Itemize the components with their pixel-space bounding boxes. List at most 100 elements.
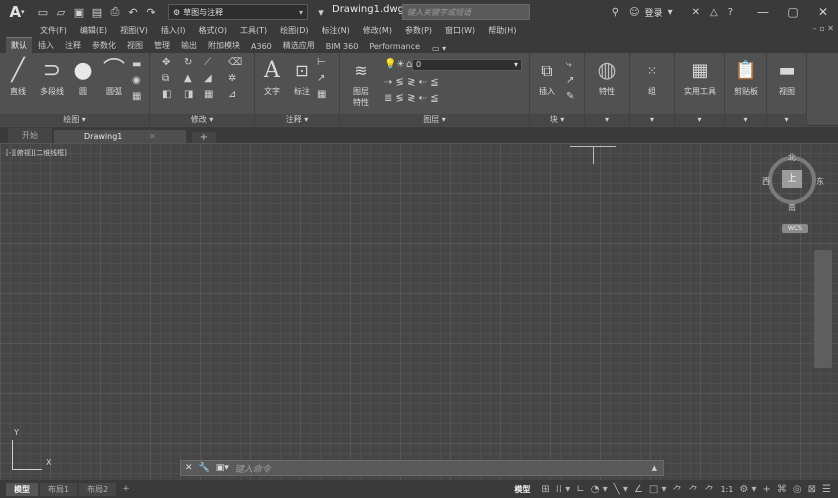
layer-tool-icon-2[interactable]: ≣ ≶ ≷ ⇠ ≦ <box>384 93 439 104</box>
redo-icon[interactable]: ↷ <box>144 5 158 19</box>
menu-file[interactable]: 文件(F) <box>40 25 67 36</box>
table-icon[interactable]: ▦ <box>317 89 326 100</box>
layers-panel-label[interactable]: 图层 ▾ <box>340 114 529 126</box>
viewcube-top-face[interactable]: 上 <box>782 170 802 188</box>
tab-default[interactable]: 默认 <box>6 37 32 53</box>
mirror-icon[interactable]: ▲ <box>184 73 192 84</box>
menu-parametric[interactable]: 参数(P) <box>405 25 432 36</box>
document-window-controls[interactable]: – ▫ ✕ <box>813 24 834 33</box>
fillet-icon[interactable]: ◢ <box>204 73 212 84</box>
print-icon[interactable]: ⎙ <box>108 5 122 19</box>
maximize-button[interactable]: ▢ <box>778 5 808 19</box>
copy-icon[interactable]: ⧉ <box>162 73 169 84</box>
tab-manage[interactable]: 管理 <box>149 38 175 53</box>
hatch-icon[interactable]: ▦ <box>132 91 141 102</box>
object-snap-icon[interactable]: □ ▾ <box>649 484 667 495</box>
isodraft-icon[interactable]: ╲ ▾ <box>614 484 628 495</box>
tab-output[interactable]: 输出 <box>176 38 202 53</box>
line-button[interactable]: ╱ 直线 <box>4 56 32 97</box>
lightbulb-icon[interactable]: 💡 <box>384 59 396 70</box>
workspace-gear-icon[interactable]: ⚙ ▾ <box>739 484 756 495</box>
application-menu-button[interactable]: A ▾ <box>0 0 34 24</box>
plus-icon[interactable]: + <box>763 484 771 495</box>
menu-draw[interactable]: 绘图(D) <box>280 25 308 36</box>
tab-bim360[interactable]: BIM 360 <box>321 40 364 53</box>
tab-featured-apps[interactable]: 精选应用 <box>278 38 320 53</box>
ortho-icon[interactable]: ∟ <box>576 484 584 495</box>
menu-tools[interactable]: 工具(T) <box>240 25 267 36</box>
block-attribute-icon[interactable]: ✎ <box>566 91 574 102</box>
offset-icon[interactable]: ⊿ <box>228 89 236 100</box>
leader-icon[interactable]: ↗ <box>317 73 325 84</box>
menu-edit[interactable]: 编辑(E) <box>80 25 107 36</box>
menu-dimension[interactable]: 标注(N) <box>322 25 350 36</box>
command-line[interactable]: ✕ 🔧 ▣▾ 键入命令 ▲ <box>180 460 664 476</box>
wrench-icon[interactable]: 🔧 <box>199 463 210 473</box>
clean-screen-icon[interactable]: ⊠ <box>808 484 816 495</box>
tab-parametric[interactable]: 参数化 <box>87 38 121 53</box>
tab-insert[interactable]: 插入 <box>33 38 59 53</box>
isolate-objects-icon[interactable]: ⌘ <box>777 484 787 495</box>
tab-a360[interactable]: A360 <box>246 40 277 53</box>
sun-icon[interactable]: ☀ <box>396 59 405 70</box>
a360-icon[interactable]: △ <box>710 7 718 18</box>
viewport-controls[interactable]: [-][俯视][二维线框] <box>6 148 67 158</box>
compass-east[interactable]: 东 <box>816 176 824 187</box>
text-button[interactable]: A 文字 <box>259 56 285 97</box>
navigation-bar[interactable] <box>814 250 832 368</box>
snap-icon[interactable]: ⁞⁞ ▾ <box>556 484 571 495</box>
compass-south[interactable]: 南 <box>788 202 796 213</box>
layout-tab-2[interactable]: 布局2 <box>79 482 117 496</box>
view-panel-label[interactable]: ▾ <box>767 114 806 126</box>
view-button[interactable]: ▬ 视图 <box>769 56 805 97</box>
insert-block-button[interactable]: ⧉ 插入 <box>532 56 562 97</box>
close-button[interactable]: ✕ <box>808 5 838 19</box>
minimize-button[interactable]: — <box>748 5 778 19</box>
linear-dimension-icon[interactable]: ⊢ <box>317 57 326 68</box>
layout-tab-1[interactable]: 布局1 <box>40 482 78 496</box>
properties-panel-label[interactable]: ▾ <box>585 114 629 126</box>
polyline-button[interactable]: ⊃ 多段线 <box>34 56 70 97</box>
chevron-down-icon[interactable]: ▾ <box>668 7 673 18</box>
erase-icon[interactable]: ⌫ <box>228 57 242 68</box>
model-space-toggle[interactable]: 模型 <box>514 484 530 495</box>
tab-annotate[interactable]: 注释 <box>60 38 86 53</box>
menu-view[interactable]: 视图(V) <box>120 25 148 36</box>
wcs-menu[interactable]: WCS <box>782 224 808 233</box>
utilities-panel-label[interactable]: ▾ <box>675 114 724 126</box>
move-icon[interactable]: ✥ <box>162 57 170 68</box>
layer-properties-button[interactable]: ≋ 图层 特性 <box>346 56 376 108</box>
help-icon[interactable]: ? <box>728 7 733 18</box>
circle-button[interactable]: ● 圆 <box>70 56 96 97</box>
grid-icon[interactable]: ⊞ <box>541 484 549 495</box>
clipboard-panel-label[interactable]: ▾ <box>725 114 766 126</box>
rectangle-icon[interactable]: ▬ <box>132 59 141 70</box>
annotation-scale-icon[interactable]: ⺈ <box>704 482 714 497</box>
new-tab-button[interactable]: + <box>191 132 216 143</box>
block-panel-label[interactable]: 块 ▾ <box>530 114 584 126</box>
tab-view[interactable]: 视图 <box>122 38 148 53</box>
group-button[interactable]: ⁙ 组 <box>634 56 670 97</box>
close-icon[interactable]: ✕ <box>185 463 193 473</box>
menu-window[interactable]: 窗口(W) <box>445 25 475 36</box>
compass-west[interactable]: 西 <box>762 176 770 187</box>
tab-addins[interactable]: 附加模块 <box>203 38 245 53</box>
object-snap-tracking-icon[interactable]: ∠ <box>634 484 643 495</box>
explode-icon[interactable]: ✲ <box>228 73 236 84</box>
utilities-button[interactable]: ▦ 实用工具 <box>677 56 723 97</box>
new-file-icon[interactable]: ▭ <box>36 5 50 19</box>
close-icon[interactable]: ✕ <box>149 132 156 141</box>
save-icon[interactable]: ▣ <box>72 5 86 19</box>
trim-icon[interactable]: ⟋ <box>204 57 211 68</box>
modify-panel-label[interactable]: 修改 ▾ <box>150 114 254 126</box>
menu-format[interactable]: 格式(O) <box>198 25 227 36</box>
hardware-acceleration-icon[interactable]: ◎ <box>793 484 802 495</box>
annotation-visibility-icon[interactable]: ⺈ <box>672 482 682 497</box>
draw-panel-label[interactable]: 绘图 ▾ <box>0 114 149 126</box>
layer-dropdown[interactable]: 0 ▾ <box>412 59 522 71</box>
arc-button[interactable]: ⌒ 圆弧 <box>100 56 128 97</box>
annotation-panel-label[interactable]: 注释 ▾ <box>255 114 339 126</box>
search-input[interactable]: 键入关键字或短语 <box>402 4 530 20</box>
rotate-icon[interactable]: ↻ <box>184 57 192 68</box>
viewcube[interactable]: 上 北 南 东 西 <box>762 150 824 213</box>
